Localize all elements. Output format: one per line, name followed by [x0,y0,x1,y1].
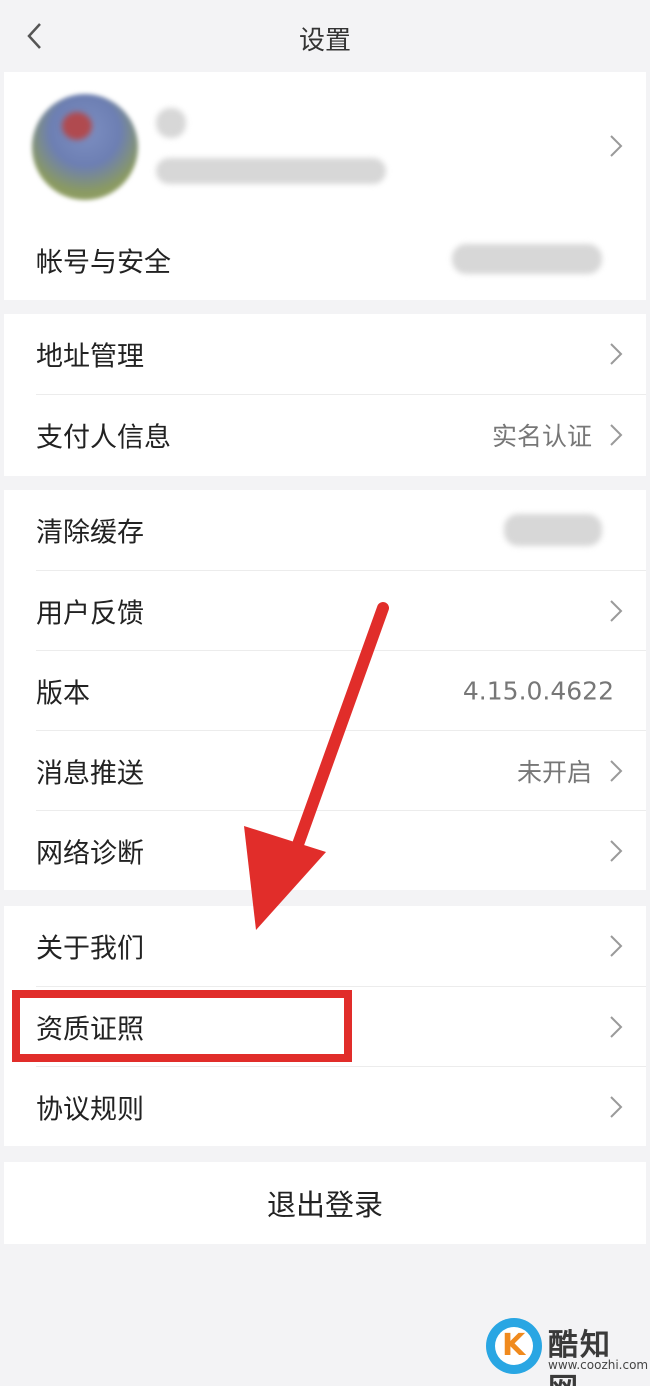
cache-size-blurred [504,514,602,546]
clear-cache-label: 清除缓存 [36,517,144,549]
push-notification-value: 未开启 [516,758,592,787]
payer-info-label: 支付人信息 [36,422,171,454]
about-us-label: 关于我们 [36,933,144,965]
profile-row[interactable] [4,72,646,220]
agreement-label: 协议规则 [36,1094,144,1126]
logout-label: 退出登录 [266,1188,383,1222]
address-group: 地址管理 支付人信息 实名认证 [4,314,646,476]
address-row[interactable]: 地址管理 [4,314,646,394]
chevron-right-icon [610,760,623,782]
payer-info-value: 实名认证 [491,422,592,451]
logout-button[interactable]: 退出登录 [4,1162,646,1244]
page-title: 设置 [298,26,351,56]
version-value: 4.15.0.4622 [462,676,614,706]
profile-name-blurred [156,108,186,138]
avatar-detail [62,112,92,140]
logout-group: 退出登录 [4,1162,646,1244]
navbar: 设置 [0,0,650,72]
watermark-name: 酷知网 [548,1328,612,1386]
logo-letter: K [502,1328,526,1363]
chevron-right-icon [610,935,623,957]
profile-group: 帐号与安全 [4,72,646,300]
network-diagnosis-label: 网络诊断 [36,838,144,870]
account-value-blurred [452,244,602,274]
chevron-right-icon [610,343,623,365]
watermark: K 酷知网 www.coozhi.com [486,1316,648,1386]
chevron-right-icon [610,1096,623,1118]
general-group: 清除缓存 用户反馈 版本 4.15.0.4622 消息推送 未开启 网络诊断 [4,490,646,890]
about-us-row[interactable]: 关于我们 [4,906,646,986]
chevron-right-icon [610,135,623,157]
version-label: 版本 [36,678,90,710]
profile-phone-blurred [156,158,386,184]
watermark-url: www.coozhi.com [548,1358,649,1372]
network-diagnosis-row[interactable]: 网络诊断 [4,811,646,891]
push-notification-label: 消息推送 [36,758,144,790]
highlight-box [12,990,352,1062]
push-notification-row[interactable]: 消息推送 未开启 [4,731,646,811]
chevron-right-icon [610,600,623,622]
payer-info-row[interactable]: 支付人信息 实名认证 [4,395,646,475]
account-security-label: 帐号与安全 [36,247,171,279]
avatar [32,94,138,200]
chevron-right-icon [610,424,623,446]
account-security-row[interactable]: 帐号与安全 [4,220,646,300]
clear-cache-row[interactable]: 清除缓存 [4,490,646,570]
feedback-label: 用户反馈 [36,598,144,630]
chevron-right-icon [610,1016,623,1038]
coozhi-logo-icon: K [486,1318,542,1374]
version-row: 版本 4.15.0.4622 [4,651,646,731]
address-label: 地址管理 [36,341,144,373]
chevron-right-icon [610,840,623,862]
agreement-row[interactable]: 协议规则 [4,1067,646,1147]
feedback-row[interactable]: 用户反馈 [4,571,646,651]
